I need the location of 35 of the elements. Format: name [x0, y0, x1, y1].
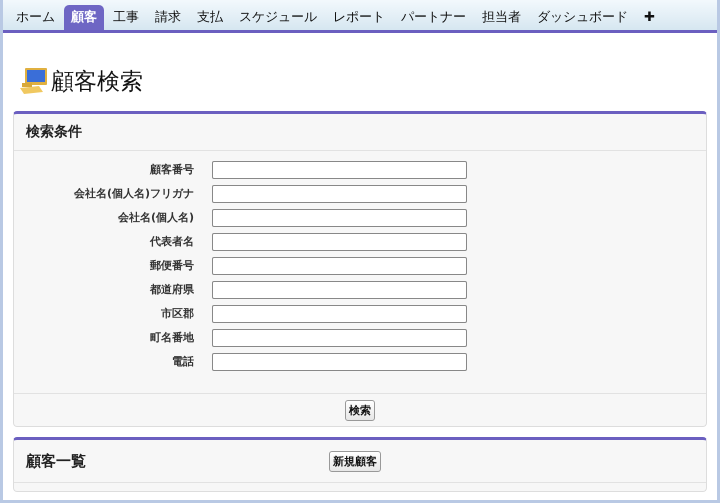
field-label: 町名番地: [149, 330, 194, 346]
field-label: 顧客番号: [148, 162, 194, 178]
computer-icon: [19, 66, 49, 96]
nav-tab[interactable]: ダッシュボード: [530, 5, 635, 30]
page-title: 顧客検索: [51, 68, 143, 96]
nav-tab[interactable]: 支払: [190, 5, 230, 30]
nav-tab[interactable]: 担当者: [475, 5, 528, 30]
input-field[interactable]: [212, 329, 467, 347]
section-title: 顧客一覧: [26, 452, 87, 470]
field-label: 代表者名: [148, 234, 194, 250]
input-field[interactable]: [212, 305, 467, 323]
section-title: 検索条件: [26, 123, 82, 141]
field-label: 郵便番号: [148, 258, 194, 274]
input-field[interactable]: [212, 281, 467, 299]
nav-tab[interactable]: 顧客: [64, 5, 104, 30]
nav-tab[interactable]: 工事: [106, 5, 146, 30]
nav-tab[interactable]: スケジュール: [232, 5, 324, 30]
new-customer-button[interactable]: 新規顧客: [329, 450, 381, 472]
search-button[interactable]: 検索: [345, 400, 375, 420]
nav-tab[interactable]: 請求: [148, 5, 188, 30]
nav-tab[interactable]: ホーム: [9, 5, 62, 30]
input-field[interactable]: [212, 209, 467, 227]
field-label: 電話: [171, 354, 194, 370]
nav-tab[interactable]: パートナー: [394, 5, 473, 30]
field-label: 会社名(個人名)フリガナ: [72, 186, 194, 202]
input-field[interactable]: [212, 233, 467, 251]
field-label: 会社名(個人名): [116, 210, 194, 226]
field-label: 都道府県: [148, 282, 194, 298]
input-field[interactable]: [212, 161, 467, 179]
nav-tab[interactable]: ✚: [637, 5, 662, 30]
input-field[interactable]: [212, 185, 467, 203]
field-label: 市区郡: [160, 306, 194, 322]
input-field[interactable]: [212, 353, 467, 371]
nav-tab[interactable]: レポート: [326, 5, 392, 30]
input-field[interactable]: [212, 257, 467, 275]
